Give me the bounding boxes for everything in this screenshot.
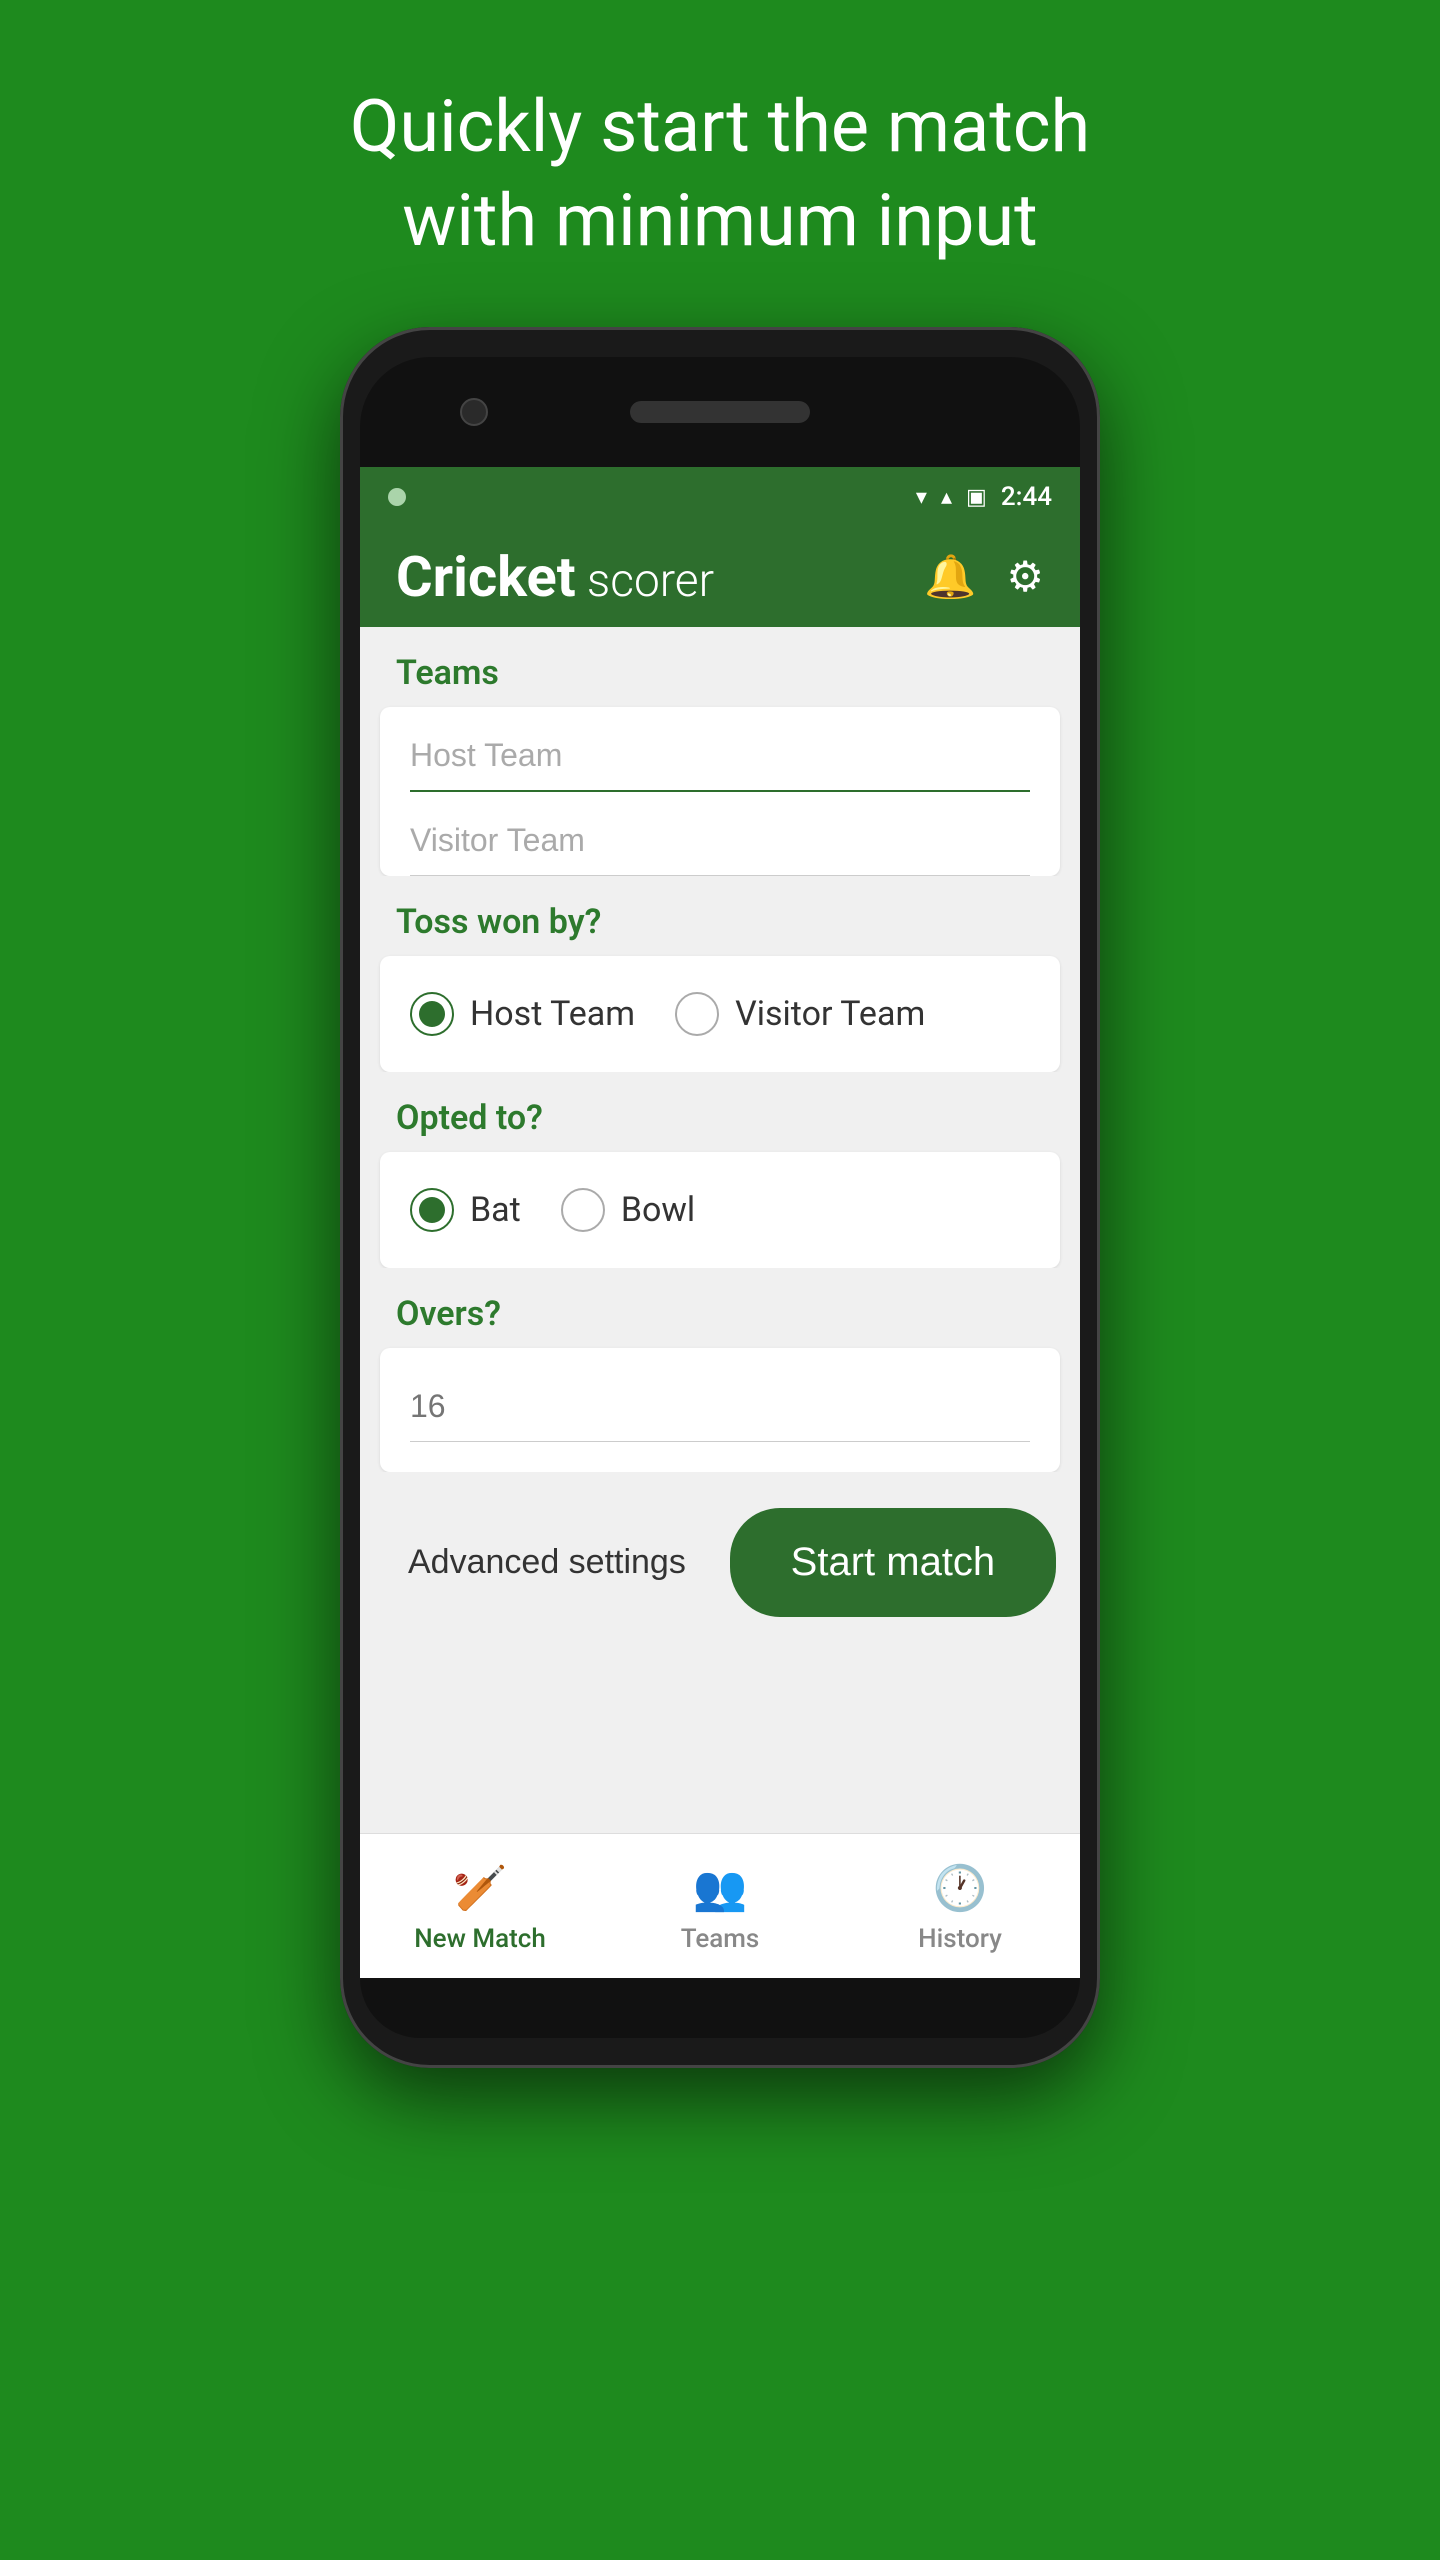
toss-radio-group: Host Team Visitor Team: [410, 956, 1030, 1072]
overs-section-label: Overs?: [360, 1268, 1080, 1348]
new-match-label: New Match: [414, 1924, 546, 1954]
phone-screen: ▾ ▴ ▣ 2:44 Cricket scorer 🔔 ⚙ Teams: [360, 467, 1080, 1978]
teams-icon: 👥: [693, 1862, 748, 1914]
toss-section-label: Toss won by?: [360, 876, 1080, 956]
bottom-nav: 🏏 New Match 👥 Teams 🕐 History: [360, 1833, 1080, 1978]
toss-host-team[interactable]: Host Team: [410, 992, 635, 1036]
opted-bat-radio-outer: [410, 1188, 454, 1232]
signal-icon: ▴: [941, 485, 952, 510]
speaker-grille: [630, 401, 810, 423]
opted-bat-radio-inner: [419, 1197, 445, 1223]
toss-host-radio-outer: [410, 992, 454, 1036]
toss-visitor-label: Visitor Team: [735, 994, 925, 1034]
toss-host-label: Host Team: [470, 994, 635, 1034]
action-bar: Advanced settings Start match: [360, 1472, 1080, 1653]
settings-icon[interactable]: ⚙: [1006, 552, 1044, 602]
empty-area: [360, 1653, 1080, 1833]
status-dot: [388, 488, 406, 506]
teams-card: [380, 707, 1060, 876]
app-title-bold: Cricket: [396, 544, 576, 610]
toss-card: Host Team Visitor Team: [380, 956, 1060, 1072]
teams-section-label: Teams: [360, 627, 1080, 707]
app-title: Cricket scorer: [396, 544, 714, 610]
phone-bottom-bezel: [360, 1978, 1080, 2038]
hero-text: Quickly start the match with minimum inp…: [290, 80, 1150, 267]
app-title-light: scorer: [576, 554, 714, 608]
history-icon: 🕐: [933, 1862, 988, 1914]
overs-input[interactable]: [410, 1358, 1030, 1442]
advanced-settings-button[interactable]: Advanced settings: [384, 1523, 710, 1602]
bell-icon[interactable]: 🔔: [924, 553, 976, 602]
nav-new-match[interactable]: 🏏 New Match: [360, 1834, 600, 1978]
history-label: History: [918, 1924, 1002, 1954]
battery-icon: ▣: [966, 485, 987, 510]
toss-visitor-team[interactable]: Visitor Team: [675, 992, 925, 1036]
teams-label: Teams: [681, 1924, 760, 1954]
nav-teams[interactable]: 👥 Teams: [600, 1834, 840, 1978]
host-team-input[interactable]: [410, 707, 1030, 792]
front-camera: [460, 398, 488, 426]
toss-host-radio-inner: [419, 1001, 445, 1027]
new-match-icon: 🏏: [453, 1862, 508, 1914]
nav-history[interactable]: 🕐 History: [840, 1834, 1080, 1978]
visitor-team-input[interactable]: [410, 792, 1030, 876]
opted-bowl-label: Bowl: [621, 1190, 695, 1230]
phone-top-bezel: [360, 357, 1080, 467]
toss-visitor-radio-outer: [675, 992, 719, 1036]
opted-card: Bat Bowl: [380, 1152, 1060, 1268]
opted-bat[interactable]: Bat: [410, 1188, 521, 1232]
overs-card: [380, 1348, 1060, 1472]
opted-bowl[interactable]: Bowl: [561, 1188, 695, 1232]
start-match-button[interactable]: Start match: [730, 1508, 1056, 1617]
opted-bowl-radio-outer: [561, 1188, 605, 1232]
opted-bat-label: Bat: [470, 1190, 521, 1230]
app-bar-icons: 🔔 ⚙: [924, 552, 1044, 602]
status-bar: ▾ ▴ ▣ 2:44: [360, 467, 1080, 527]
wifi-icon: ▾: [916, 485, 927, 510]
clock: 2:44: [1001, 482, 1052, 512]
phone-device: ▾ ▴ ▣ 2:44 Cricket scorer 🔔 ⚙ Teams: [340, 327, 1100, 2068]
opted-radio-group: Bat Bowl: [410, 1152, 1030, 1268]
opted-section-label: Opted to?: [360, 1072, 1080, 1152]
app-bar: Cricket scorer 🔔 ⚙: [360, 527, 1080, 627]
